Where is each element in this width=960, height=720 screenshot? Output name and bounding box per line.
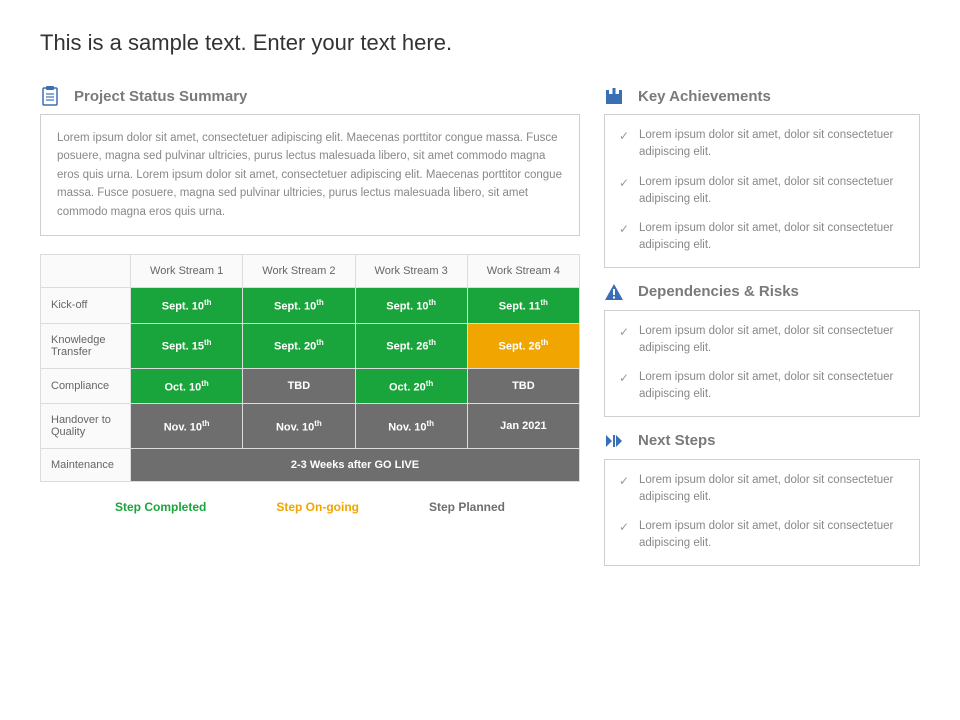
list-item: Lorem ipsum dolor sit amet, dolor sit co…	[619, 323, 905, 358]
forward-icon	[604, 431, 624, 451]
table-cell: Jan 2021	[467, 404, 579, 449]
list-item: Lorem ipsum dolor sit amet, dolor sit co…	[619, 220, 905, 255]
table-cell: TBD	[467, 368, 579, 404]
row-label: Maintenance	[41, 449, 131, 482]
summary-box: Lorem ipsum dolor sit amet, consectetuer…	[40, 114, 580, 236]
castle-icon	[604, 86, 624, 106]
row-label: Compliance	[41, 368, 131, 404]
risks-header: Dependencies & Risks	[604, 282, 920, 302]
achievements-header: Key Achievements	[604, 86, 920, 106]
table-cell: 2-3 Weeks after GO LIVE	[131, 449, 580, 482]
table-row: Kick-offSept. 10thSept. 10thSept. 10thSe…	[41, 287, 580, 323]
legend-completed: Step Completed	[115, 500, 206, 514]
table-cell: Nov. 10th	[243, 404, 355, 449]
table-cell: Sept. 10th	[131, 287, 243, 323]
table-cell: Sept. 26th	[355, 323, 467, 368]
table-cell: Nov. 10th	[355, 404, 467, 449]
next-box: Lorem ipsum dolor sit amet, dolor sit co…	[604, 459, 920, 566]
table-row: ComplianceOct. 10thTBDOct. 20thTBD	[41, 368, 580, 404]
list-item: Lorem ipsum dolor sit amet, dolor sit co…	[619, 127, 905, 162]
table-cell: Nov. 10th	[131, 404, 243, 449]
table-cell: Sept. 10th	[243, 287, 355, 323]
page-title: This is a sample text. Enter your text h…	[40, 30, 920, 56]
achievements-heading: Key Achievements	[638, 88, 771, 105]
list-item: Lorem ipsum dolor sit amet, dolor sit co…	[619, 518, 905, 553]
row-label: Handover to Quality	[41, 404, 131, 449]
table-col-header: Work Stream 1	[131, 254, 243, 287]
table-col-header: Work Stream 3	[355, 254, 467, 287]
achievements-box: Lorem ipsum dolor sit amet, dolor sit co…	[604, 114, 920, 268]
table-row: Handover to QualityNov. 10thNov. 10thNov…	[41, 404, 580, 449]
table-row: Maintenance2-3 Weeks after GO LIVE	[41, 449, 580, 482]
table-cell: Oct. 20th	[355, 368, 467, 404]
table-cell: Sept. 10th	[355, 287, 467, 323]
list-item: Lorem ipsum dolor sit amet, dolor sit co…	[619, 369, 905, 404]
next-header: Next Steps	[604, 431, 920, 451]
risks-box: Lorem ipsum dolor sit amet, dolor sit co…	[604, 310, 920, 417]
table-cell: TBD	[243, 368, 355, 404]
row-label: Kick-off	[41, 287, 131, 323]
table-cell: Sept. 26th	[467, 323, 579, 368]
table-row: Knowledge TransferSept. 15thSept. 20thSe…	[41, 323, 580, 368]
table-cell: Sept. 15th	[131, 323, 243, 368]
risks-heading: Dependencies & Risks	[638, 283, 799, 300]
table-col-header: Work Stream 4	[467, 254, 579, 287]
list-item: Lorem ipsum dolor sit amet, dolor sit co…	[619, 174, 905, 209]
legend-ongoing: Step On-going	[276, 500, 359, 514]
warning-icon	[604, 282, 624, 302]
table-col-header: Work Stream 2	[243, 254, 355, 287]
row-label: Knowledge Transfer	[41, 323, 131, 368]
table-cell: Oct. 10th	[131, 368, 243, 404]
next-heading: Next Steps	[638, 432, 716, 449]
clipboard-icon	[40, 86, 60, 106]
legend-planned: Step Planned	[429, 500, 505, 514]
summary-heading: Project Status Summary	[74, 88, 247, 105]
list-item: Lorem ipsum dolor sit amet, dolor sit co…	[619, 472, 905, 507]
summary-header: Project Status Summary	[40, 86, 580, 106]
legend: Step Completed Step On-going Step Planne…	[40, 500, 580, 514]
status-table: Work Stream 1Work Stream 2Work Stream 3W…	[40, 254, 580, 482]
table-cell: Sept. 11th	[467, 287, 579, 323]
table-cell: Sept. 20th	[243, 323, 355, 368]
summary-body: Lorem ipsum dolor sit amet, consectetuer…	[57, 129, 563, 221]
